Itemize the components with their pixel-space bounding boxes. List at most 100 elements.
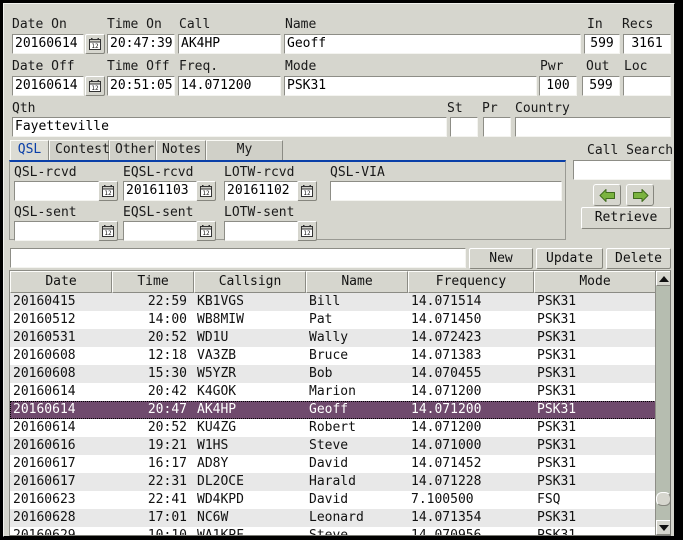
column-header-callsign[interactable]: Callsign [194,271,306,293]
cell-date: 20160608 [13,348,76,363]
cell-mode: PSK31 [537,420,577,435]
label-eqsl-sent: EQSL-sent [123,205,194,220]
cell-mode: PSK31 [537,510,577,525]
table-row[interactable]: 20160628 17:01 NC6W Leonard 14.071354 PSK31 [10,509,670,527]
call-search-next-button[interactable] [626,184,654,206]
rst-out-input[interactable]: 599 [582,76,620,96]
cell-mode: PSK31 [537,528,577,536]
rst-in-input[interactable]: 599 [584,34,620,54]
column-header-name[interactable]: Name [306,271,408,293]
cell-date: 20160623 [13,492,76,507]
lotw-sent-input[interactable] [224,221,298,241]
qsl-sent-input[interactable] [14,221,100,241]
table-row[interactable]: 20160623 22:41 WD4KPD David 7.100500 FSQ [10,491,670,509]
frequency-input[interactable]: 14.071200 [178,76,281,96]
qsl-panel: QSL-rcvd EQSL-rcvd LOTW-rcvd QSL-VIA 12 … [9,160,566,241]
scroll-down-button[interactable] [656,520,670,535]
table-row[interactable]: 20160512 14:00 WB8MIW Pat 14.071450 PSK31 [10,311,670,329]
cell-time: 15:30 [147,366,187,381]
qsl-sent-calendar-icon[interactable]: 12 [98,221,118,241]
date-on-input[interactable]: 20160614 [12,34,84,54]
column-header-frequency[interactable]: Frequency [408,271,534,293]
svg-text:12: 12 [91,85,99,92]
tab-qsl[interactable]: QSL [10,140,49,160]
eqsl-rcvd-input[interactable]: 20161103 [123,181,197,201]
locator-input[interactable] [623,76,671,96]
status-bar-input[interactable] [10,248,466,268]
table-row[interactable]: 20160614 20:42 K4GOK Marion 14.071200 PSK31 [10,383,670,401]
cell-callsign: NC6W [197,510,229,525]
logbook-table[interactable]: Date Time Callsign Name Frequency Mode 2… [9,270,671,536]
time-off-input[interactable]: 20:51:05 [107,76,175,96]
cell-callsign: K4GOK [197,384,237,399]
power-input[interactable]: 100 [539,76,577,96]
svg-text:12: 12 [104,190,112,197]
state-input[interactable] [450,117,478,137]
cell-callsign: WD4KPD [197,492,244,507]
cell-mode: PSK31 [537,348,577,363]
province-input[interactable] [483,117,511,137]
cell-mode: PSK31 [537,294,577,309]
eqsl-sent-input[interactable] [123,221,197,241]
name-input[interactable]: Geoff [284,34,581,54]
tab-bar: QSL Contest Other Notes My Station [10,140,300,175]
lotw-rcvd-input[interactable]: 20161102 [224,181,298,201]
label-lotw-sent: LOTW-sent [224,205,295,220]
qsl-rcvd-calendar-icon[interactable]: 12 [98,181,118,201]
cell-mode: PSK31 [537,438,577,453]
cell-mode: PSK31 [537,384,577,399]
table-row[interactable]: 20160608 15:30 W5YZR Bob 14.070455 PSK31 [10,365,670,383]
table-row[interactable]: 20160629 10:10 WA1KPF Steve 14.070956 PSK31 [10,527,670,536]
update-button[interactable]: Update [536,248,603,269]
table-row[interactable]: 20160614 20:52 KU4ZG Robert 14.071200 PSK31 [10,419,670,437]
new-button[interactable]: New [469,248,533,269]
column-header-date[interactable]: Date [10,271,112,293]
cell-frequency: 14.071514 [411,294,482,309]
qsl-rcvd-input[interactable] [14,181,100,201]
call-input[interactable]: AK4HP [178,34,281,54]
table-row[interactable]: 20160608 12:18 VA3ZB Bruce 14.071383 PSK31 [10,347,670,365]
tab-notes[interactable]: Notes [156,140,206,160]
table-row[interactable]: 20160617 22:31 DL2OCE Harald 14.071228 PSK31 [10,473,670,491]
tab-my-station[interactable]: My Station [206,140,283,175]
table-row[interactable]: 20160616 19:21 W1HS Steve 14.071000 PSK31 [10,437,670,455]
cell-callsign: W5YZR [197,366,237,381]
time-on-input[interactable]: 20:47:39 [107,34,175,54]
date-off-input[interactable]: 20160614 [12,76,84,96]
table-scrollbar[interactable] [655,271,670,535]
label-mode: Mode [285,59,317,74]
qth-input[interactable]: Fayetteville [12,117,447,137]
scroll-up-button[interactable] [656,271,670,286]
eqsl-rcvd-calendar-icon[interactable]: 12 [196,181,216,201]
call-search-prev-button[interactable] [593,184,621,206]
svg-text:12: 12 [202,190,210,197]
lotw-sent-calendar-icon[interactable]: 12 [297,221,317,241]
recs-count-field[interactable]: 3161 [623,34,671,54]
label-out: Out [586,59,610,74]
cell-time: 14:00 [147,312,187,327]
column-header-mode[interactable]: Mode [534,271,656,293]
label-qsl-rcvd: QSL-rcvd [14,165,77,180]
cell-mode: PSK31 [537,312,577,327]
tab-other[interactable]: Other [109,140,156,160]
table-row[interactable]: 20160531 20:52 WD1U Wally 14.072423 PSK31 [10,329,670,347]
tab-contest[interactable]: Contest [49,140,110,160]
eqsl-sent-calendar-icon[interactable]: 12 [196,221,216,241]
date-on-calendar-icon[interactable]: 12 [85,34,105,54]
table-row[interactable]: 20160614 20:47 AK4HP Geoff 14.071200 PSK31 [10,401,670,419]
date-off-calendar-icon[interactable]: 12 [85,76,105,96]
cell-time: 22:31 [147,474,187,489]
table-row[interactable]: 20160415 22:59 KB1VGS Bill 14.071514 PSK31 [10,293,670,311]
lotw-rcvd-calendar-icon[interactable]: 12 [297,181,317,201]
column-header-time[interactable]: Time [112,271,194,293]
country-input[interactable] [515,117,671,137]
delete-button[interactable]: Delete [606,248,671,269]
mode-input[interactable]: PSK31 [284,76,537,96]
table-row[interactable]: 20160617 16:17 AD8Y David 14.071452 PSK31 [10,455,670,473]
call-search-input[interactable] [573,160,671,180]
scrollbar-thumb[interactable] [656,492,670,506]
chevron-up-icon [658,275,669,282]
cell-date: 20160512 [13,312,76,327]
qsl-via-input[interactable] [330,181,562,201]
retrieve-button[interactable]: Retrieve [581,207,671,229]
